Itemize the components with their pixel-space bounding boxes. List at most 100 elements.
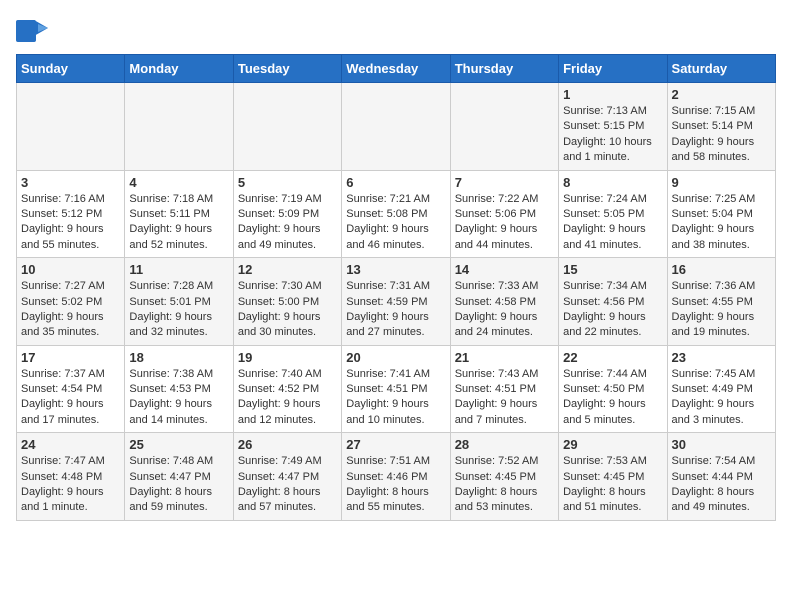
calendar-cell: 22 Sunrise: 7:44 AM Sunset: 4:50 PM Dayli… (559, 345, 667, 433)
calendar-cell: 10 Sunrise: 7:27 AM Sunset: 5:02 PM Dayli… (17, 258, 125, 346)
calendar-cell: 11 Sunrise: 7:28 AM Sunset: 5:01 PM Dayli… (125, 258, 233, 346)
calendar-cell: 8 Sunrise: 7:24 AM Sunset: 5:05 PM Daylig… (559, 170, 667, 258)
day-info: Sunrise: 7:24 AM Sunset: 5:05 PM Dayligh… (563, 192, 662, 254)
calendar-cell: 4 Sunrise: 7:18 AM Sunset: 5:11 PM Daylig… (125, 170, 233, 258)
day-number: 3 (21, 175, 120, 190)
calendar-cell: 23 Sunrise: 7:45 AM Sunset: 4:49 PM Dayli… (667, 345, 775, 433)
calendar-cell: 3 Sunrise: 7:16 AM Sunset: 5:12 PM Daylig… (17, 170, 125, 258)
day-number: 30 (672, 437, 771, 452)
day-number: 13 (346, 262, 445, 277)
day-number: 5 (238, 175, 337, 190)
day-number: 11 (129, 262, 228, 277)
calendar-cell: 7 Sunrise: 7:22 AM Sunset: 5:06 PM Daylig… (450, 170, 558, 258)
calendar-cell (125, 83, 233, 171)
weekday-header-tuesday: Tuesday (233, 55, 341, 83)
day-number: 17 (21, 350, 120, 365)
day-info: Sunrise: 7:27 AM Sunset: 5:02 PM Dayligh… (21, 279, 120, 341)
calendar-cell: 29 Sunrise: 7:53 AM Sunset: 4:45 PM Dayli… (559, 433, 667, 521)
day-info: Sunrise: 7:44 AM Sunset: 4:50 PM Dayligh… (563, 367, 662, 429)
day-number: 10 (21, 262, 120, 277)
day-info: Sunrise: 7:19 AM Sunset: 5:09 PM Dayligh… (238, 192, 337, 254)
day-info: Sunrise: 7:45 AM Sunset: 4:49 PM Dayligh… (672, 367, 771, 429)
day-info: Sunrise: 7:33 AM Sunset: 4:58 PM Dayligh… (455, 279, 554, 341)
day-number: 16 (672, 262, 771, 277)
weekday-header-wednesday: Wednesday (342, 55, 450, 83)
weekday-header-monday: Monday (125, 55, 233, 83)
day-info: Sunrise: 7:37 AM Sunset: 4:54 PM Dayligh… (21, 367, 120, 429)
calendar-cell (450, 83, 558, 171)
calendar-cell: 18 Sunrise: 7:38 AM Sunset: 4:53 PM Dayli… (125, 345, 233, 433)
day-number: 21 (455, 350, 554, 365)
day-number: 8 (563, 175, 662, 190)
calendar-cell: 25Sunrise: 7:48 AM Sunset: 4:47 PM Dayli… (125, 433, 233, 521)
calendar-cell: 26 Sunrise: 7:49 AM Sunset: 4:47 PM Dayli… (233, 433, 341, 521)
day-info: Sunrise: 7:16 AM Sunset: 5:12 PM Dayligh… (21, 192, 120, 254)
logo (16, 16, 50, 42)
calendar-cell: 2Sunrise: 7:15 AM Sunset: 5:14 PM Daylig… (667, 83, 775, 171)
day-info: Sunrise: 7:21 AM Sunset: 5:08 PM Dayligh… (346, 192, 445, 254)
calendar-cell: 12 Sunrise: 7:30 AM Sunset: 5:00 PM Dayli… (233, 258, 341, 346)
calendar-cell: 28Sunrise: 7:52 AM Sunset: 4:45 PM Dayli… (450, 433, 558, 521)
day-number: 4 (129, 175, 228, 190)
day-info: Sunrise: 7:38 AM Sunset: 4:53 PM Dayligh… (129, 367, 228, 429)
day-info: Sunrise: 7:54 AM Sunset: 4:44 PM Dayligh… (672, 454, 771, 516)
day-number: 15 (563, 262, 662, 277)
day-info: Sunrise: 7:13 AM Sunset: 5:15 PM Dayligh… (563, 104, 662, 166)
weekday-header-friday: Friday (559, 55, 667, 83)
day-info: Sunrise: 7:22 AM Sunset: 5:06 PM Dayligh… (455, 192, 554, 254)
calendar-cell: 9 Sunrise: 7:25 AM Sunset: 5:04 PM Daylig… (667, 170, 775, 258)
calendar-cell: 16 Sunrise: 7:36 AM Sunset: 4:55 PM Dayli… (667, 258, 775, 346)
calendar-cell: 6Sunrise: 7:21 AM Sunset: 5:08 PM Daylig… (342, 170, 450, 258)
day-number: 27 (346, 437, 445, 452)
day-number: 2 (672, 87, 771, 102)
calendar-cell: 17 Sunrise: 7:37 AM Sunset: 4:54 PM Dayli… (17, 345, 125, 433)
day-number: 29 (563, 437, 662, 452)
day-info: Sunrise: 7:43 AM Sunset: 4:51 PM Dayligh… (455, 367, 554, 429)
day-number: 26 (238, 437, 337, 452)
calendar-cell: 13 Sunrise: 7:31 AM Sunset: 4:59 PM Dayli… (342, 258, 450, 346)
logo-icon (16, 20, 48, 42)
day-number: 28 (455, 437, 554, 452)
calendar-cell: 24 Sunrise: 7:47 AM Sunset: 4:48 PM Dayli… (17, 433, 125, 521)
weekday-header-saturday: Saturday (667, 55, 775, 83)
calendar-cell (17, 83, 125, 171)
day-info: Sunrise: 7:25 AM Sunset: 5:04 PM Dayligh… (672, 192, 771, 254)
day-number: 22 (563, 350, 662, 365)
calendar-cell: 1 Sunrise: 7:13 AM Sunset: 5:15 PM Daylig… (559, 83, 667, 171)
day-info: Sunrise: 7:18 AM Sunset: 5:11 PM Dayligh… (129, 192, 228, 254)
day-info: Sunrise: 7:53 AM Sunset: 4:45 PM Dayligh… (563, 454, 662, 516)
calendar-table: SundayMondayTuesdayWednesdayThursdayFrid… (16, 54, 776, 521)
day-info: Sunrise: 7:51 AM Sunset: 4:46 PM Dayligh… (346, 454, 445, 516)
weekday-header-sunday: Sunday (17, 55, 125, 83)
day-info: Sunrise: 7:30 AM Sunset: 5:00 PM Dayligh… (238, 279, 337, 341)
day-number: 25 (129, 437, 228, 452)
day-info: Sunrise: 7:49 AM Sunset: 4:47 PM Dayligh… (238, 454, 337, 516)
calendar-cell: 15 Sunrise: 7:34 AM Sunset: 4:56 PM Dayli… (559, 258, 667, 346)
calendar-cell: 14 Sunrise: 7:33 AM Sunset: 4:58 PM Dayli… (450, 258, 558, 346)
day-number: 23 (672, 350, 771, 365)
day-info: Sunrise: 7:47 AM Sunset: 4:48 PM Dayligh… (21, 454, 120, 516)
day-number: 1 (563, 87, 662, 102)
day-number: 14 (455, 262, 554, 277)
calendar-cell: 30 Sunrise: 7:54 AM Sunset: 4:44 PM Dayli… (667, 433, 775, 521)
calendar-cell: 21 Sunrise: 7:43 AM Sunset: 4:51 PM Dayli… (450, 345, 558, 433)
day-info: Sunrise: 7:34 AM Sunset: 4:56 PM Dayligh… (563, 279, 662, 341)
calendar-cell (233, 83, 341, 171)
day-number: 24 (21, 437, 120, 452)
day-number: 12 (238, 262, 337, 277)
day-number: 19 (238, 350, 337, 365)
day-info: Sunrise: 7:36 AM Sunset: 4:55 PM Dayligh… (672, 279, 771, 341)
day-number: 9 (672, 175, 771, 190)
day-info: Sunrise: 7:28 AM Sunset: 5:01 PM Dayligh… (129, 279, 228, 341)
header (16, 16, 776, 42)
calendar-cell (342, 83, 450, 171)
day-number: 18 (129, 350, 228, 365)
day-info: Sunrise: 7:40 AM Sunset: 4:52 PM Dayligh… (238, 367, 337, 429)
calendar-cell: 5 Sunrise: 7:19 AM Sunset: 5:09 PM Daylig… (233, 170, 341, 258)
weekday-header-thursday: Thursday (450, 55, 558, 83)
day-number: 20 (346, 350, 445, 365)
day-info: Sunrise: 7:31 AM Sunset: 4:59 PM Dayligh… (346, 279, 445, 341)
day-info: Sunrise: 7:41 AM Sunset: 4:51 PM Dayligh… (346, 367, 445, 429)
calendar-cell: 20 Sunrise: 7:41 AM Sunset: 4:51 PM Dayli… (342, 345, 450, 433)
day-number: 7 (455, 175, 554, 190)
